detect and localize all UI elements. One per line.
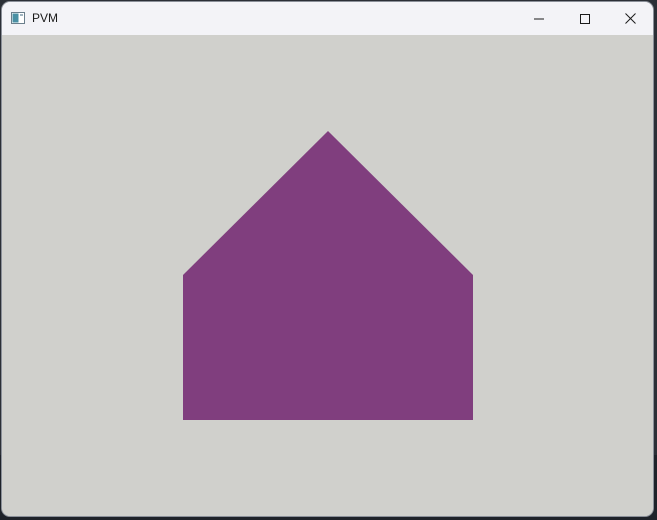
render-canvas[interactable] [2,35,653,516]
app-window-icon [11,12,25,24]
close-button[interactable] [607,2,653,35]
maximize-icon [580,13,590,24]
maximize-button[interactable] [562,2,608,35]
minimize-button[interactable] [516,2,562,35]
window-title: PVM [32,11,59,25]
app-window: PVM [2,2,653,516]
close-icon [624,13,636,24]
house-shape [183,131,473,420]
house-polygon [183,131,473,420]
title-bar[interactable]: PVM [2,2,653,35]
minimize-icon [534,18,544,19]
